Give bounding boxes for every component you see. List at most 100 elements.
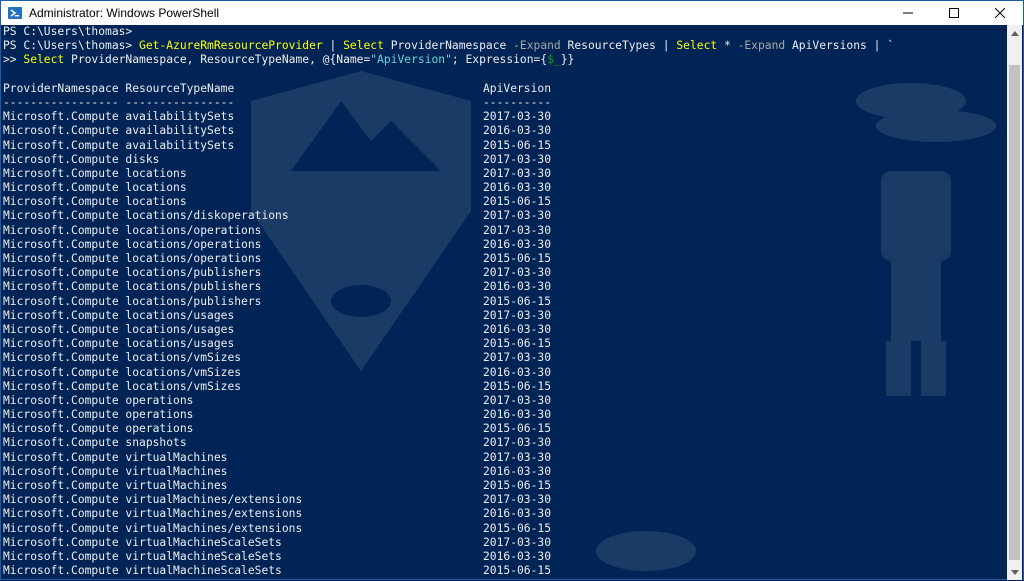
cell-api-version: 2017-03-30 (483, 351, 552, 365)
cell-api-version: 2017-03-30 (483, 493, 552, 507)
scroll-thumb[interactable] (1009, 65, 1020, 560)
cell-namespace-type: Microsoft.Compute availabilitySets (3, 110, 235, 124)
table-row: Microsoft.Compute virtualMachines 2015-06… (1, 479, 1009, 493)
cell-api-version: 2015-06-15 (483, 479, 552, 492)
minimize-icon (903, 12, 913, 14)
close-button[interactable] (977, 1, 1023, 25)
table-row: Microsoft.Compute locations/vmSizes 2017-… (1, 351, 1009, 365)
cell-api-version: 2016-03-30 (483, 237, 552, 251)
maximize-icon (949, 8, 959, 18)
table-row: Microsoft.Compute availabilitySets 2017-0… (1, 110, 1009, 124)
cell-api-version: 2015-06-15 (483, 337, 552, 351)
table-row: Microsoft.Compute operations 2015-06-15 (1, 422, 1009, 436)
chevron-up-icon (1010, 30, 1019, 36)
powershell-window: Administrator: Windows PowerShell PS C:\… (0, 0, 1024, 580)
cell-namespace-type: ----------------- ---------------- (3, 95, 235, 109)
cell-api-version: 2016-03-30 (483, 181, 552, 195)
table-row: Microsoft.Compute operations 2016-03-30 (1, 408, 1009, 422)
cell-namespace-type: Microsoft.Compute locations/publishers (3, 294, 262, 308)
cell-namespace-type: Microsoft.Compute disks (3, 152, 160, 166)
prompt-token: * (717, 39, 738, 53)
cell-api-version: 2017-03-30 (483, 223, 552, 237)
cell-api-version: 2016-03-30 (483, 365, 552, 379)
cell-api-version: 2017-03-30 (483, 535, 552, 549)
vertical-scrollbar[interactable] (1007, 25, 1022, 580)
cell-namespace-type: Microsoft.Compute locations/vmSizes (3, 351, 242, 365)
title-bar[interactable]: Administrator: Windows PowerShell (1, 1, 1023, 25)
prompt-token: ProviderNamespace (383, 39, 514, 53)
table-row: Microsoft.Compute locations/publishers 20… (1, 266, 1009, 280)
table-row: Microsoft.Compute locations/operations 20… (1, 238, 1009, 252)
prompt-token: ; Expression={ (451, 53, 548, 67)
table-row: Microsoft.Compute locations/vmSizes 2015-… (1, 380, 1009, 394)
prompt-token: "ApiVersion" (370, 53, 452, 67)
cell-api-version: 2015-06-15 (483, 422, 552, 436)
cell-namespace-type: Microsoft.Compute locations (3, 166, 187, 180)
cell-namespace-type: Microsoft.Compute locations/usages (3, 308, 235, 322)
cell-api-version: ---------- (483, 95, 552, 109)
cell-api-version: 2015-06-15 (483, 564, 552, 578)
maximize-button[interactable] (931, 1, 977, 25)
prompt-token: Select (676, 39, 718, 53)
cell-api-version: 2017-03-30 (483, 393, 552, 407)
console-output[interactable]: PS C:\Users\thomas> PS C:\Users\thomas> G… (1, 25, 1009, 581)
prompt-token: >> (3, 53, 24, 67)
minimize-button[interactable] (885, 1, 931, 25)
cell-api-version: 2015-06-15 (483, 195, 552, 209)
cell-namespace-type: Microsoft.Compute locations/diskoperatio… (3, 209, 289, 223)
cell-namespace-type: Microsoft.Compute locations/operations (3, 252, 262, 265)
prompt-token: ApiVersions | ` (785, 39, 895, 53)
cell-api-version: 2015-06-15 (483, 379, 552, 393)
cell-api-version: 2017-03-30 (483, 450, 552, 464)
cell-namespace-type: Microsoft.Compute virtualMachines/extens… (3, 507, 303, 521)
cell-namespace-type: Microsoft.Compute locations/operations (3, 223, 262, 237)
cell-api-version: 2017-03-30 (483, 209, 552, 223)
table-row: Microsoft.Compute virtualMachineScaleSet… (1, 536, 1009, 550)
cell-namespace-type: Microsoft.Compute locations/vmSizes (3, 379, 242, 393)
cell-namespace-type: Microsoft.Compute availabilitySets (3, 138, 235, 152)
chevron-down-icon (1010, 569, 1019, 575)
prompt-line: PS C:\Users\thomas> (1, 25, 1009, 39)
table-row: Microsoft.Compute virtualMachineScaleSet… (1, 564, 1009, 578)
scroll-down-button[interactable] (1007, 564, 1022, 580)
cell-namespace-type: Microsoft.Compute virtualMachines (3, 479, 228, 492)
cell-api-version: 2015-06-15 (483, 252, 552, 265)
cell-api-version: 2016-03-30 (483, 408, 552, 422)
table-row: Microsoft.Compute locations/publishers 20… (1, 280, 1009, 294)
prompt-token: Select (343, 39, 384, 53)
cell-namespace-type: Microsoft.Compute virtualMachineScaleSet… (3, 564, 282, 578)
table-row: Microsoft.Compute availabilitySets 2016-0… (1, 124, 1009, 138)
cell-namespace-type: Microsoft.Compute locations/operations (3, 237, 262, 251)
cell-api-version: 2015-06-15 (483, 138, 552, 152)
cell-api-version: 2016-03-30 (483, 280, 552, 294)
scroll-up-button[interactable] (1007, 25, 1022, 41)
table-row: Microsoft.Compute virtualMachines/extens… (1, 507, 1009, 521)
cell-namespace-type: Microsoft.Compute snapshots (3, 436, 187, 450)
prompt-line: PS C:\Users\thomas> Get-AzureRmResourceP… (1, 39, 1009, 53)
table-row: Microsoft.Compute virtualMachines/extens… (1, 522, 1009, 536)
cell-api-version: 2017-03-30 (483, 308, 552, 322)
cell-namespace-type: Microsoft.Compute locations/usages (3, 322, 235, 336)
table-row: Microsoft.Compute snapshots 2017-03-30 (1, 436, 1009, 450)
prompt-token: ResourceTypes | (560, 39, 677, 53)
cell-namespace-type: Microsoft.Compute locations (3, 195, 187, 209)
cell-api-version: ApiVersion (483, 81, 552, 95)
table-row: Microsoft.Compute locations 2015-06-15 (1, 195, 1009, 209)
prompt-token: | (322, 39, 344, 53)
cell-namespace-type: Microsoft.Compute locations/vmSizes (3, 365, 242, 379)
cell-namespace-type: Microsoft.Compute virtualMachineScaleSet… (3, 549, 282, 563)
cell-api-version: 2015-06-15 (483, 294, 552, 308)
table-separator: ----------------- ---------------- ------… (1, 96, 1009, 110)
window-title: Administrator: Windows PowerShell (29, 6, 220, 20)
table-row: Microsoft.Compute virtualMachines 2017-03… (1, 451, 1009, 465)
prompt-token: Get-AzureRmResourceProvider (139, 39, 323, 53)
table-header: ProviderNamespace ResourceTypeName ApiVer… (1, 82, 1009, 96)
cell-namespace-type: Microsoft.Compute virtualMachines/extens… (3, 493, 303, 507)
table-row: Microsoft.Compute locations 2016-03-30 (1, 181, 1009, 195)
cell-namespace-type: Microsoft.Compute locations/publishers (3, 280, 262, 294)
cell-api-version: 2017-03-30 (483, 110, 552, 124)
table-row: Microsoft.Compute locations/vmSizes 2016-… (1, 366, 1009, 380)
cell-api-version: 2017-03-30 (483, 152, 552, 166)
table-row: Microsoft.Compute locations/usages 2016-0… (1, 323, 1009, 337)
table-row: Microsoft.Compute locations/operations 20… (1, 224, 1009, 238)
